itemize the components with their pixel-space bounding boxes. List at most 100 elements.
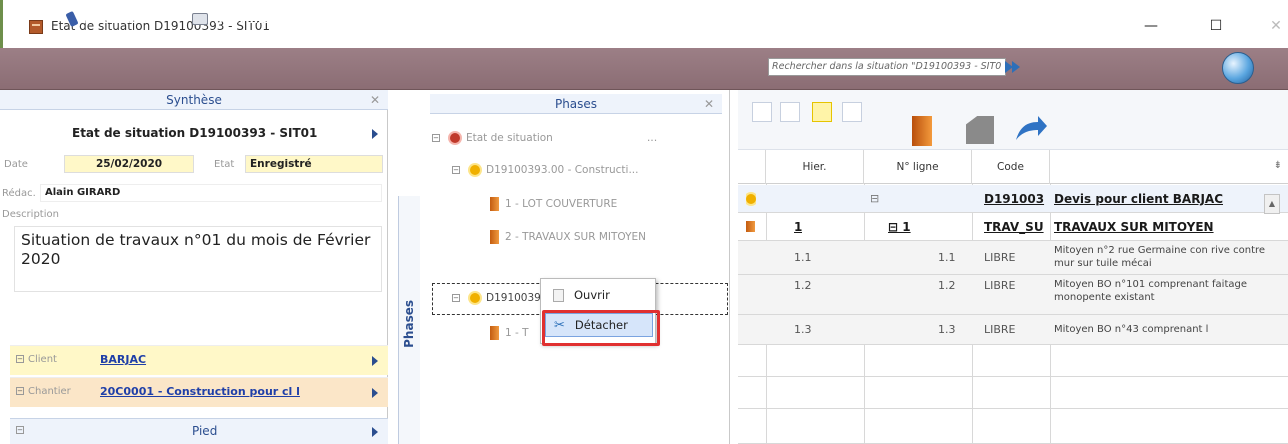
search-go-icon[interactable]	[1004, 57, 1022, 77]
designation-cell[interactable]: Mitoyen BO n°101 comprenant faitage mono…	[1054, 275, 1282, 314]
designation-cell[interactable]: Devis pour client BARJAC	[1054, 185, 1260, 212]
table-row-empty	[738, 377, 1288, 409]
hierarchy-icon[interactable]	[842, 102, 862, 122]
tree-node-label: 1 - LOT COUVERTURE	[505, 198, 618, 210]
scroll-up-button[interactable]: ▲	[1264, 194, 1280, 214]
table-row[interactable]: ⊟ D191003 Devis pour client BARJAC	[738, 185, 1288, 213]
sun-icon	[470, 165, 480, 175]
imprimer-label: Imprimer	[214, 12, 277, 26]
designation-cell[interactable]: Mitoyen BO n°43 comprenant l	[1054, 315, 1282, 344]
chantier-arrow-icon[interactable]	[372, 388, 378, 398]
etat-field[interactable]: Enregistré	[245, 155, 383, 173]
book-icon	[746, 221, 755, 232]
highlight-box	[542, 310, 660, 346]
line-cell[interactable]: 1.2	[938, 275, 956, 314]
lightbulb-icon[interactable]	[812, 102, 832, 122]
column-header-code[interactable]: Code	[972, 150, 1050, 184]
list-icon[interactable]	[780, 102, 800, 122]
line-cell[interactable]: 1.1	[938, 241, 956, 274]
more-icon[interactable]: ...	[647, 131, 658, 144]
redac-label: Rédac.	[2, 188, 36, 199]
tree-node-etat[interactable]: − Etat de situation ...	[432, 131, 657, 144]
forward-arrow-icon[interactable]	[1014, 114, 1048, 142]
column-header-hier[interactable]: Hier.	[766, 150, 864, 184]
client-label: Client	[28, 354, 57, 365]
line-cell[interactable]: 1.3	[938, 315, 956, 344]
num-cell[interactable]: 1.2	[794, 275, 812, 314]
book-icon[interactable]	[912, 116, 932, 146]
tree-node-d19100393-00[interactable]: − D19100393.00 - Constructi...	[452, 164, 638, 176]
code-cell[interactable]: LIBRE	[984, 241, 1016, 274]
chantier-label: Chantier	[28, 386, 71, 397]
collapse-icon[interactable]: −	[432, 133, 440, 142]
synthese-title: Etat de situation D19100393 - SIT01	[72, 126, 318, 140]
designation-cell[interactable]: TRAVAUX SUR MITOYEN	[1054, 213, 1274, 240]
minimize-button[interactable]: —	[1133, 14, 1169, 38]
book-icon	[490, 326, 499, 340]
synthese-close-icon[interactable]: ✕	[370, 90, 380, 110]
hier-cell[interactable]: ⊟	[870, 185, 879, 212]
globe-icon[interactable]	[1222, 52, 1254, 84]
column-chooser-icon[interactable]: ⇟	[1274, 160, 1282, 171]
client-link[interactable]: BARJAC	[100, 353, 146, 366]
edit-icon[interactable]	[966, 116, 994, 144]
phases-vertical-tab[interactable]: Phases	[398, 196, 420, 444]
collapse-icon[interactable]: −	[16, 426, 24, 434]
collapse-icon[interactable]: −	[452, 294, 460, 302]
synthese-title-arrow-icon[interactable]	[372, 129, 378, 139]
tree-node-label: Etat de situation	[466, 131, 553, 144]
tree-node-travaux-mitoyen[interactable]: 2 - TRAVAUX SUR MITOYEN	[490, 230, 646, 244]
redac-field[interactable]: Alain GIRARD	[40, 184, 382, 202]
tree-node-label: 2 - TRAVAUX SUR MITOYEN	[505, 231, 646, 243]
search-input[interactable]: Rechercher dans la situation "D19100393 …	[768, 58, 1006, 76]
sun-icon	[470, 293, 480, 303]
column-header-ligne[interactable]: N° ligne	[864, 150, 972, 184]
main-toolbar	[0, 48, 1288, 90]
maximize-button[interactable]: ☐	[1198, 14, 1234, 38]
table-row[interactable]: 1.3 1.3 LIBRE Mitoyen BO n°43 comprenant…	[738, 315, 1288, 345]
code-cell[interactable]: TRAV_SU	[984, 213, 1048, 240]
table-row[interactable]: 1.1 1.1 LIBRE Mitoyen n°2 rue Germaine c…	[738, 241, 1288, 275]
collapse-icon[interactable]: −	[452, 166, 460, 174]
grid-header-cell	[738, 150, 766, 184]
menu-item-ouvrir[interactable]: Ouvrir	[545, 283, 653, 307]
pied-arrow-icon[interactable]	[372, 427, 378, 437]
app-icon	[29, 20, 43, 34]
table-row[interactable]: 1.2 1.2 LIBRE Mitoyen BO n°101 comprenan…	[738, 275, 1288, 315]
date-field[interactable]: 25/02/2020	[64, 155, 194, 173]
client-row[interactable]: − Client BARJAC	[10, 345, 388, 375]
grid-header: Hier. N° ligne Code ⇟	[738, 150, 1288, 184]
num-cell[interactable]: 1	[794, 213, 802, 240]
table-row[interactable]: 1 ⊟ 1 TRAV_SU TRAVAUX SUR MITOYEN	[738, 213, 1288, 241]
tree-node-lot-couverture[interactable]: 1 - LOT COUVERTURE	[490, 197, 617, 211]
collapse-icon[interactable]: −	[16, 355, 24, 363]
menu-item-label: Ouvrir	[574, 288, 610, 302]
code-cell[interactable]: LIBRE	[984, 315, 1016, 344]
pied-row[interactable]: − Pied	[10, 418, 388, 444]
etat-label: Etat	[214, 159, 235, 170]
chantier-row[interactable]: − Chantier 20C0001 - Construction pour cl…	[10, 377, 388, 407]
grid-toolbar	[738, 90, 1288, 150]
calendar-icon[interactable]	[752, 102, 772, 122]
page-icon	[553, 288, 564, 302]
table-row-empty	[738, 409, 1288, 444]
num-cell[interactable]: 1.1	[794, 241, 812, 274]
close-button[interactable]: ✕	[1258, 14, 1288, 38]
designation-cell[interactable]: Mitoyen n°2 rue Germaine con rive contre…	[1054, 241, 1282, 274]
code-cell[interactable]: D191003	[984, 185, 1048, 212]
phases-close-icon[interactable]: ✕	[704, 94, 714, 114]
description-field[interactable]: Situation de travaux n°01 du mois de Fév…	[14, 226, 382, 292]
num-cell[interactable]: 1.3	[794, 315, 812, 344]
hier-cell[interactable]: ⊟ 1	[888, 213, 911, 240]
imprimer-button[interactable]: Imprimer	[192, 12, 276, 26]
sun-icon	[746, 193, 756, 204]
wrench-icon	[65, 10, 79, 28]
chantier-link[interactable]: 20C0001 - Construction pour cl l	[100, 385, 300, 398]
code-cell[interactable]: LIBRE	[984, 275, 1016, 314]
collapse-icon[interactable]: −	[16, 387, 24, 395]
grid-pane: Hier. N° ligne Code ⇟ ⊟ D191003 Devis po…	[738, 90, 1288, 444]
tree-node-label: D19100393.00 - Constructi...	[486, 164, 639, 176]
book-icon	[490, 230, 499, 244]
client-arrow-icon[interactable]	[372, 356, 378, 366]
raccourcis-button[interactable]: Raccourcis	[65, 10, 155, 28]
